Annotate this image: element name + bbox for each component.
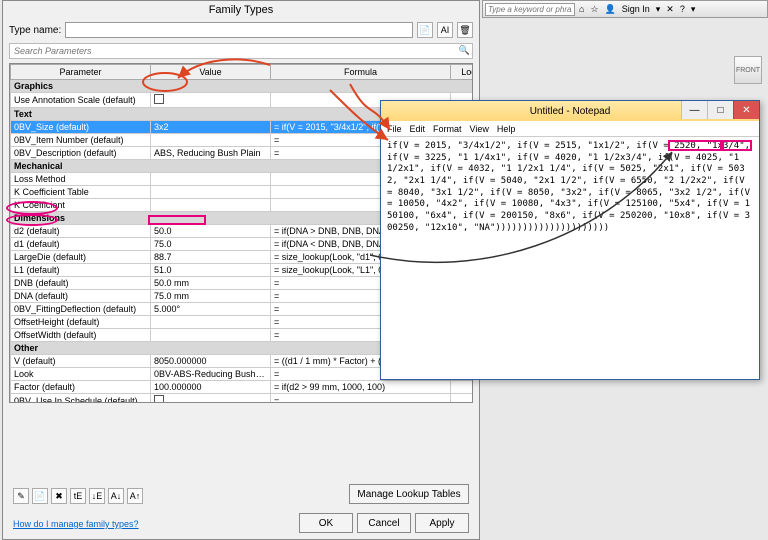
value-cell[interactable]: 5.000° [151,303,271,316]
param-toolbar: ✎ 📄 ✖ tE ↓E A↓ A↑ [13,488,143,504]
lock-cell[interactable] [451,394,474,404]
param-cell[interactable]: OffsetWidth (default) [11,329,151,342]
menu-edit[interactable]: Edit [410,124,426,134]
param-cell[interactable]: 0BV_Use In Schedule (default) [11,394,151,404]
delete-param-icon[interactable]: ✖ [51,488,67,504]
param-cell[interactable]: 0BV_Size (default) [11,121,151,134]
apply-button[interactable]: Apply [415,513,469,533]
param-cell[interactable]: K Coefficient Table [11,186,151,199]
favorites-icon[interactable]: ☆ [588,4,600,15]
maximize-button[interactable]: □ [707,101,733,119]
dialog-title: Family Types [3,1,479,19]
sort-desc-icon[interactable]: A↑ [127,488,143,504]
formula-cell[interactable]: = [271,394,451,404]
value-cell[interactable]: 3x2 [151,121,271,134]
col-lock[interactable]: Loc [451,65,474,80]
value-cell[interactable]: 75.0 mm [151,290,271,303]
value-cell[interactable]: 88.7 [151,251,271,264]
value-cell[interactable] [151,329,271,342]
value-cell[interactable]: 50.0 mm [151,277,271,290]
lock-cell[interactable] [451,381,474,394]
value-cell[interactable] [151,173,271,186]
checkbox[interactable] [154,395,164,403]
col-formula[interactable]: Formula [271,65,451,80]
menu-file[interactable]: File [387,124,402,134]
param-cell[interactable]: Loss Method [11,173,151,186]
notepad-body[interactable]: if(V = 2015, "3/4x1/2", if(V = 2515, "1x… [381,137,759,379]
dropdown-icon[interactable]: ▾ [654,4,663,15]
cancel-button[interactable]: Cancel [357,513,411,533]
param-cell[interactable]: K Coefficient [11,199,151,212]
menu-help[interactable]: Help [497,124,516,134]
value-cell[interactable]: 51.0 [151,264,271,277]
help-dropdown-icon[interactable]: ▾ [689,4,698,15]
param-cell[interactable]: Look [11,368,151,381]
move-up-icon[interactable]: tE [70,488,86,504]
param-cell[interactable]: Factor (default) [11,381,151,394]
search-parameters-input[interactable] [9,43,473,59]
app-header: ⌂ ☆ 👤 Sign In ▾ ✕ ? ▾ [482,0,768,18]
notepad-title: Untitled - Notepad [530,106,611,117]
keyword-search-input[interactable] [485,3,575,16]
typename-label: Type name: [9,25,61,36]
value-cell[interactable] [151,93,271,108]
help-link[interactable]: How do I manage family types? [13,519,139,529]
value-cell[interactable]: ABS, Reducing Bush Plain [151,147,271,160]
param-cell[interactable]: DNA (default) [11,290,151,303]
notepad-titlebar[interactable]: Untitled - Notepad — □ ✕ [381,101,759,121]
col-value[interactable]: Value [151,65,271,80]
value-cell[interactable]: 75.0 [151,238,271,251]
param-cell[interactable]: OffsetHeight (default) [11,316,151,329]
signin-link[interactable]: Sign In [620,4,652,14]
param-cell[interactable]: DNB (default) [11,277,151,290]
viewcube-front[interactable]: FRONT [734,56,762,84]
value-cell[interactable]: 50.0 [151,225,271,238]
new-param-icon[interactable]: 📄 [32,488,48,504]
group-row[interactable]: Graphics [11,80,474,93]
ok-button[interactable]: OK [299,513,353,533]
minimize-button[interactable]: — [681,101,707,119]
table-row[interactable]: 0BV_Use In Schedule (default) = [11,394,474,404]
search-icon[interactable]: 🔍 [459,45,470,56]
param-cell[interactable]: 0BV_Description (default) [11,147,151,160]
param-cell[interactable]: d1 (default) [11,238,151,251]
param-cell[interactable]: 0BV_FittingDeflection (default) [11,303,151,316]
param-cell[interactable]: V (default) [11,355,151,368]
menu-view[interactable]: View [470,124,489,134]
communication-center-icon[interactable]: ⌂ [577,4,586,14]
edit-param-icon[interactable]: ✎ [13,488,29,504]
param-cell[interactable]: 0BV_Item Number (default) [11,134,151,147]
value-cell[interactable]: 0BV-ABS-Reducing Bush Plain-Astore [151,368,271,381]
move-down-icon[interactable]: ↓E [89,488,105,504]
help-icon[interactable]: ? [678,4,687,14]
delete-type-icon[interactable]: 🗑 [457,22,473,38]
param-cell[interactable]: L1 (default) [11,264,151,277]
exchange-apps-icon[interactable]: ✕ [664,4,676,15]
formula-cell[interactable]: = if(d2 > 99 mm, 1000, 100) [271,381,451,394]
value-cell[interactable]: 8050.000000 [151,355,271,368]
value-cell[interactable]: 100.000000 [151,381,271,394]
typename-input[interactable] [65,22,413,38]
param-cell[interactable]: d2 (default) [11,225,151,238]
rename-type-icon[interactable]: AI [437,22,453,38]
param-cell[interactable]: Use Annotation Scale (default) [11,93,151,108]
menu-format[interactable]: Format [433,124,462,134]
value-cell[interactable] [151,186,271,199]
notepad-window: Untitled - Notepad — □ ✕ File Edit Forma… [380,100,760,380]
notepad-menubar: File Edit Format View Help [381,121,759,137]
table-row[interactable]: Factor (default)100.000000= if(d2 > 99 m… [11,381,474,394]
value-cell[interactable] [151,394,271,404]
checkbox[interactable] [154,94,164,104]
new-type-icon[interactable]: 📄 [417,22,433,38]
value-cell[interactable] [151,134,271,147]
signin-icon[interactable]: 👤 [603,4,618,15]
value-cell[interactable] [151,316,271,329]
sort-asc-icon[interactable]: A↓ [108,488,124,504]
value-cell[interactable] [151,199,271,212]
param-cell[interactable]: LargeDie (default) [11,251,151,264]
close-button[interactable]: ✕ [733,101,759,119]
manage-lookup-tables-button[interactable]: Manage Lookup Tables [349,484,469,504]
col-parameter[interactable]: Parameter [11,65,151,80]
